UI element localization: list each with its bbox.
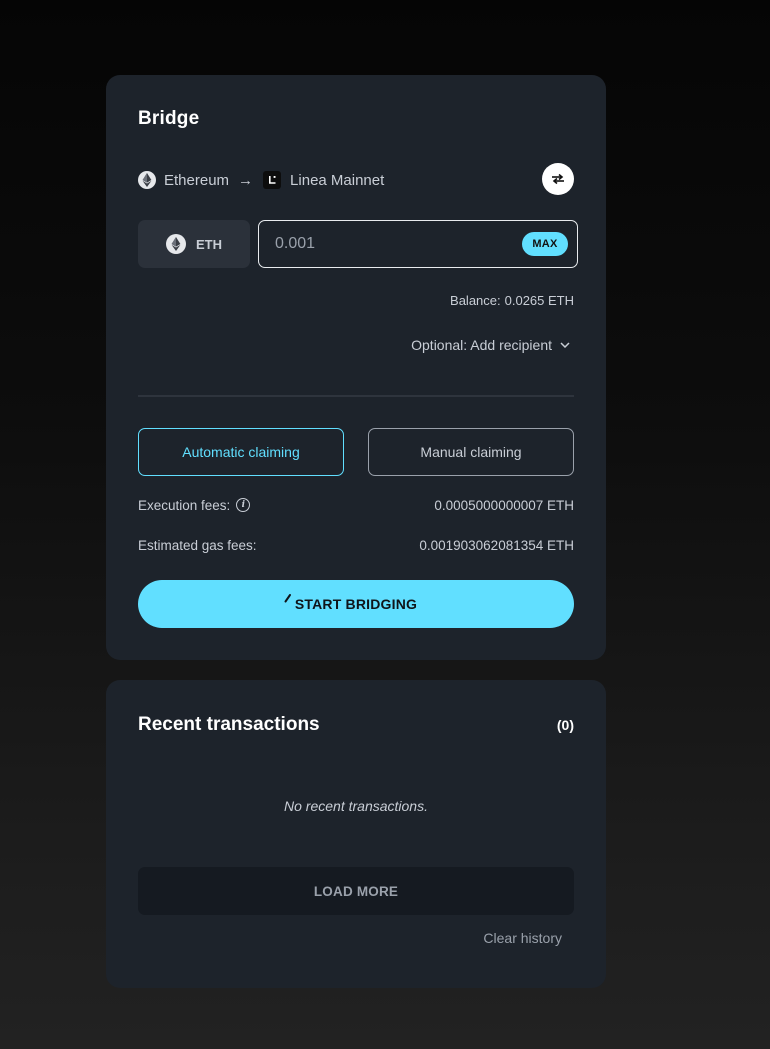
gas-fees-row: Estimated gas fees: 0.001903062081354 ET… bbox=[138, 535, 574, 555]
execution-fees-label: Execution fees: bbox=[138, 497, 231, 513]
clear-history-link[interactable]: Clear history bbox=[483, 930, 562, 946]
recent-transactions-card: Recent transactions (0) No recent transa… bbox=[106, 680, 606, 988]
amount-field: MAX bbox=[258, 220, 578, 268]
route-arrow: → bbox=[238, 171, 254, 189]
chain-route: Ethereum → Linea Mainnet bbox=[138, 170, 384, 190]
swap-chains-button[interactable] bbox=[542, 163, 574, 195]
manual-claiming-button[interactable]: Manual claiming bbox=[368, 428, 574, 476]
swap-arrows-icon bbox=[552, 173, 564, 185]
balance-value: 0.0265 ETH bbox=[504, 293, 574, 308]
execution-fees-value: 0.0005000000007 ETH bbox=[434, 497, 574, 513]
gas-fees-label: Estimated gas fees: bbox=[138, 537, 257, 553]
divider bbox=[138, 395, 574, 397]
balance-display: Balance: 0.0265 ETH bbox=[450, 293, 574, 308]
load-more-button[interactable]: LOAD MORE bbox=[138, 867, 574, 915]
recent-transactions-title: Recent transactions bbox=[138, 714, 320, 735]
linea-icon bbox=[263, 171, 282, 189]
start-bridging-label: START BRIDGING bbox=[294, 596, 418, 612]
max-button[interactable]: MAX bbox=[522, 232, 568, 256]
info-icon[interactable]: i bbox=[236, 498, 251, 512]
start-bridging-button[interactable]: START BRIDGING bbox=[138, 580, 574, 628]
bridge-title: Bridge bbox=[138, 108, 200, 129]
execution-fees-row: Execution fees: i 0.0005000000007 ETH bbox=[138, 495, 574, 515]
recipient-label: Optional: Add recipient bbox=[411, 337, 552, 353]
balance-label: Balance: bbox=[450, 293, 501, 308]
spinner-icon bbox=[284, 594, 291, 603]
chevron-down-icon bbox=[560, 342, 570, 348]
to-chain-name: Linea Mainnet bbox=[290, 171, 385, 189]
ethereum-icon bbox=[166, 234, 186, 254]
add-recipient-toggle[interactable]: Optional: Add recipient bbox=[411, 337, 570, 353]
ethereum-icon bbox=[138, 171, 156, 189]
automatic-claiming-button[interactable]: Automatic claiming bbox=[138, 428, 344, 476]
amount-input[interactable] bbox=[275, 233, 505, 255]
token-label: ETH bbox=[196, 236, 222, 252]
recent-transactions-count: (0) bbox=[556, 717, 574, 733]
empty-state-text: No recent transactions. bbox=[284, 798, 428, 814]
gas-fees-value: 0.001903062081354 ETH bbox=[419, 537, 574, 553]
from-chain-name: Ethereum bbox=[164, 171, 230, 189]
bridge-card: Bridge Ethereum → Linea Mainnet ETH MAX … bbox=[106, 75, 606, 660]
token-select-button[interactable]: ETH bbox=[138, 220, 250, 268]
